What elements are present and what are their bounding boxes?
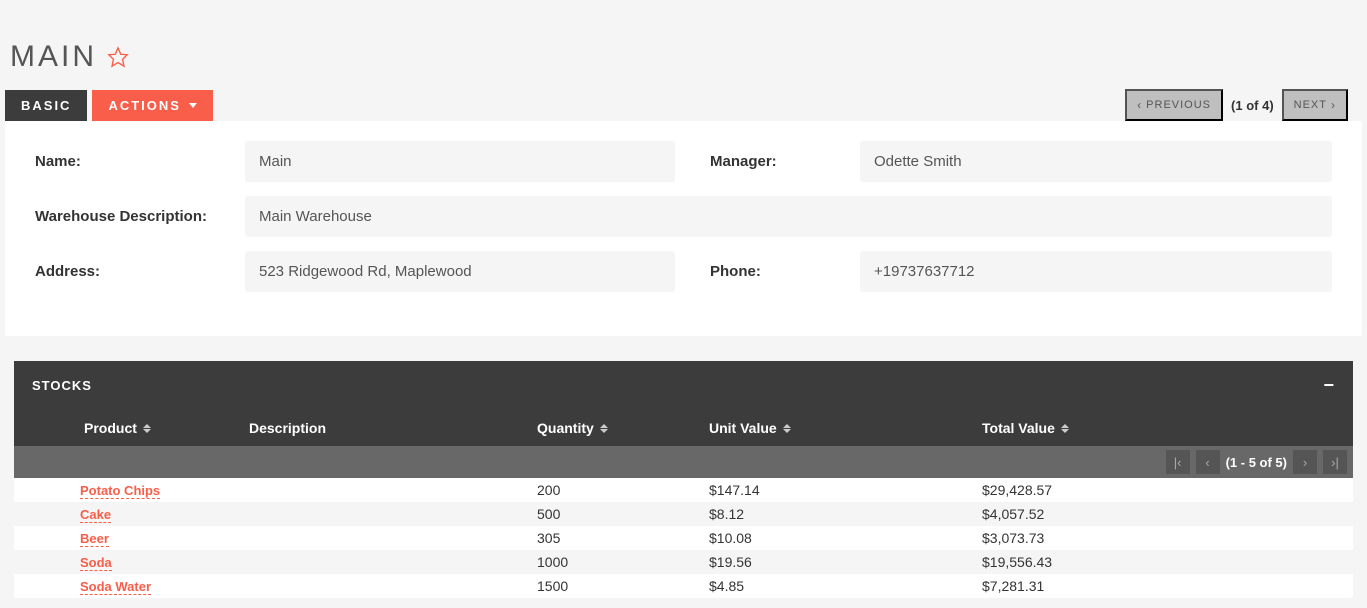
next-button[interactable]: NEXT › — [1282, 89, 1348, 121]
column-total-value-label: Total Value — [982, 420, 1055, 436]
collapse-icon[interactable]: − — [1323, 375, 1335, 396]
column-unit-value-label: Unit Value — [709, 420, 777, 436]
table-row: Beer 305$10.08$3,073.73 — [14, 526, 1353, 550]
pager-text: (1 of 4) — [1231, 98, 1274, 113]
phone-field[interactable]: +19737637712 — [860, 251, 1332, 292]
name-field[interactable]: Main — [245, 141, 675, 182]
table-row: Soda Water 1500$4.85$7,281.31 — [14, 574, 1353, 598]
table-row: Cake 500$8.12$4,057.52 — [14, 502, 1353, 526]
toolbar: BASIC ACTIONS ‹ PREVIOUS (1 of 4) NEXT › — [0, 89, 1367, 121]
prev-page-button[interactable]: ‹ — [1196, 450, 1220, 474]
previous-label: PREVIOUS — [1146, 99, 1211, 111]
details-card: Name: Main Manager: Odette Smith Warehou… — [5, 121, 1362, 336]
column-description-label: Description — [249, 420, 326, 436]
stocks-pager: |‹ ‹ (1 - 5 of 5) › ›| — [14, 446, 1353, 478]
chevron-right-icon: › — [1331, 98, 1336, 112]
description-field[interactable]: Main Warehouse — [245, 196, 1332, 237]
phone-label: Phone: — [675, 263, 860, 280]
table-row: Potato Chips 200$147.14$29,428.57 — [14, 478, 1353, 502]
actions-label: ACTIONS — [108, 98, 181, 113]
manager-label: Manager: — [675, 153, 860, 170]
chevron-left-icon: ‹ — [1137, 98, 1142, 112]
cell-unit-value: $8.12 — [709, 506, 982, 522]
column-unit-value[interactable]: Unit Value — [709, 420, 982, 436]
cell-total-value: $4,057.52 — [982, 506, 1353, 522]
product-link[interactable]: Cake — [80, 507, 111, 523]
name-label: Name: — [35, 153, 245, 170]
sort-icon — [143, 424, 151, 433]
column-description[interactable]: Description — [249, 420, 469, 436]
product-link[interactable]: Potato Chips — [80, 483, 160, 499]
column-total-value[interactable]: Total Value — [982, 420, 1353, 436]
stocks-column-headers: Product Description Quantity Unit Value … — [14, 410, 1353, 446]
page-title: MAIN — [10, 40, 97, 74]
cell-unit-value: $19.56 — [709, 554, 982, 570]
caret-down-icon — [189, 103, 197, 108]
cell-unit-value: $147.14 — [709, 482, 982, 498]
product-link[interactable]: Beer — [80, 531, 109, 547]
next-label: NEXT — [1294, 99, 1327, 111]
sort-icon — [600, 424, 608, 433]
description-label: Warehouse Description: — [35, 208, 245, 225]
table-row: Soda 1000$19.56$19,556.43 — [14, 550, 1353, 574]
last-page-button[interactable]: ›| — [1323, 450, 1347, 474]
cell-quantity: 1500 — [469, 578, 709, 594]
sort-icon — [783, 424, 791, 433]
first-page-button[interactable]: |‹ — [1166, 450, 1190, 474]
cell-total-value: $3,073.73 — [982, 530, 1353, 546]
column-quantity-label: Quantity — [537, 420, 594, 436]
stocks-body: Potato Chips200$147.14$29,428.57Cake500$… — [14, 478, 1353, 598]
cell-quantity: 200 — [469, 482, 709, 498]
column-quantity[interactable]: Quantity — [469, 420, 709, 436]
cell-unit-value: $4.85 — [709, 578, 982, 594]
basic-button[interactable]: BASIC — [5, 90, 87, 121]
column-product-label: Product — [84, 420, 137, 436]
address-label: Address: — [35, 263, 245, 280]
actions-dropdown-button[interactable]: ACTIONS — [92, 90, 213, 121]
cell-quantity: 1000 — [469, 554, 709, 570]
previous-button[interactable]: ‹ PREVIOUS — [1125, 89, 1223, 121]
next-page-button[interactable]: › — [1293, 450, 1317, 474]
stocks-pager-text: (1 - 5 of 5) — [1226, 455, 1287, 470]
address-field[interactable]: 523 Ridgewood Rd, Maplewood — [245, 251, 675, 292]
cell-quantity: 305 — [469, 530, 709, 546]
product-link[interactable]: Soda Water — [80, 579, 151, 595]
sort-icon — [1061, 424, 1069, 433]
stocks-section: STOCKS − Product Description Quantity Un… — [14, 361, 1353, 598]
cell-total-value: $7,281.31 — [982, 578, 1353, 594]
column-product[interactable]: Product — [14, 420, 249, 436]
star-icon[interactable] — [107, 46, 129, 68]
cell-unit-value: $10.08 — [709, 530, 982, 546]
product-link[interactable]: Soda — [80, 555, 112, 571]
stocks-title: STOCKS — [32, 378, 92, 393]
manager-field[interactable]: Odette Smith — [860, 141, 1332, 182]
cell-total-value: $19,556.43 — [982, 554, 1353, 570]
cell-quantity: 500 — [469, 506, 709, 522]
cell-total-value: $29,428.57 — [982, 482, 1353, 498]
